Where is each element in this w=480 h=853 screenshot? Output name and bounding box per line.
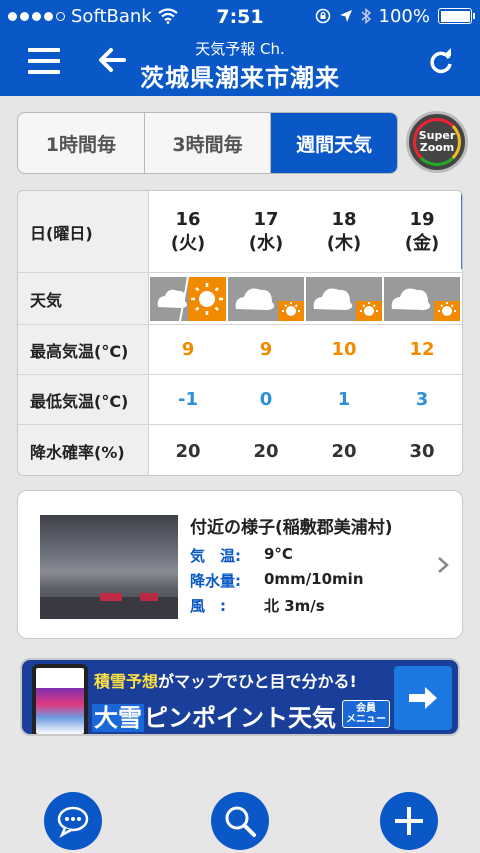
chat-bubble-icon [57,806,89,838]
precip-cell: 20 [253,440,279,462]
date-cell: 16 (火) [170,208,206,254]
banner-main-text: 大雪ピンポイント天気 [92,704,336,732]
low-temp-cell: 1 [337,389,351,410]
high-temp-cell: 9 [259,339,273,360]
cloudy-then-sunny-icon [150,276,226,321]
date-cell: 18 (木) [326,208,362,254]
live-camera-photo [40,515,178,619]
low-temp-cell: 0 [259,389,273,410]
date-cell: 17 (水) [248,208,284,254]
precip-row: 降水確率(%) 20 20 20 30 [18,425,462,475]
snow-forecast-banner[interactable]: 積雪予想がマップでひと目で分かる! 大雪ピンポイント天気 会員 メニュー [20,658,460,736]
tab-weekly[interactable]: 週間天気 [271,113,397,173]
clock-label: 7:51 [216,6,264,28]
weather-cell [383,273,461,324]
low-temp-cell: 3 [415,389,429,410]
row-label-precip: 降水確率(%) [18,425,149,475]
precip-cell: 20 [175,440,201,462]
plus-icon [395,807,423,835]
weather-row: 天気 [18,273,462,325]
search-icon [225,806,256,837]
app-header: SoftBank 7:51 100% 天気予報 Ch. 茨城県潮来市潮来 [0,0,480,96]
arrow-right-icon [394,666,452,730]
row-label-weather: 天気 [18,273,149,324]
tab-hourly[interactable]: 1時間毎 [18,113,145,173]
high-temp-cell: 9 [181,339,195,360]
date-row: 日(曜日) 16 (火) 17 (水) 18 (木) 19 (金) [18,191,462,273]
cloudy-sometimes-sunny-icon [384,276,460,321]
cloudy-sometimes-sunny-icon [228,276,304,321]
precip-cell: 20 [331,440,357,462]
refresh-icon[interactable] [426,46,456,76]
page-title: 茨城県潮来市潮来 [140,64,340,92]
banner-headline: 積雪予想がマップでひと目で分かる! [94,672,357,691]
page-subtitle: 天気予報 Ch. [195,40,285,58]
chat-button[interactable] [44,792,102,850]
battery-icon [438,8,475,24]
tab-3hourly[interactable]: 3時間毎 [145,113,272,173]
precip-cell: 30 [409,440,435,462]
chevron-right-icon [438,557,449,573]
weather-cell [305,273,383,324]
high-temp-cell: 10 [331,339,357,360]
date-cell: 19 (金) [404,208,440,254]
high-temp-cell: 12 [409,339,435,360]
low-temp-row: 最低気温(°C) -1 0 1 3 [18,375,462,425]
weekly-forecast-table: 日(曜日) 16 (火) 17 (水) 18 (木) 19 (金) 天気 最高気… [17,190,463,476]
nearby-wind-row: 風 :北 3m/s [190,597,325,615]
cloudy-sometimes-sunny-icon [306,276,382,321]
member-menu-badge: 会員 メニュー [342,700,390,728]
nearby-title: 付近の様子(稲敷郡美浦村) [190,518,393,538]
row-label-high: 最高気温(°C) [18,325,149,374]
scroll-indicator [461,191,462,269]
nearby-conditions-card[interactable]: 付近の様子(稲敷郡美浦村) 気 温: 9°C 降水量: 0mm/10min 風 :北… [17,490,463,639]
phone-illustration [32,664,88,734]
high-temp-row: 最高気温(°C) 9 9 10 12 [18,325,462,375]
weather-cell [227,273,305,324]
low-temp-cell: -1 [178,389,198,410]
add-button[interactable] [380,792,438,850]
weather-cell [149,273,227,324]
row-label-date: 日(曜日) [18,191,149,272]
search-button[interactable] [211,792,269,850]
nearby-temp-row: 気 温: 9°C [190,545,293,565]
nearby-rain-row: 降水量: 0mm/10min [190,570,364,590]
status-bar: SoftBank 7:51 100% [0,0,480,32]
superzoom-label-2: Zoom [419,141,455,154]
superzoom-button[interactable]: Super Zoom [406,111,468,173]
forecast-tabs: 1時間毎 3時間毎 週間天気 [17,112,398,174]
row-label-low: 最低気温(°C) [18,375,149,424]
